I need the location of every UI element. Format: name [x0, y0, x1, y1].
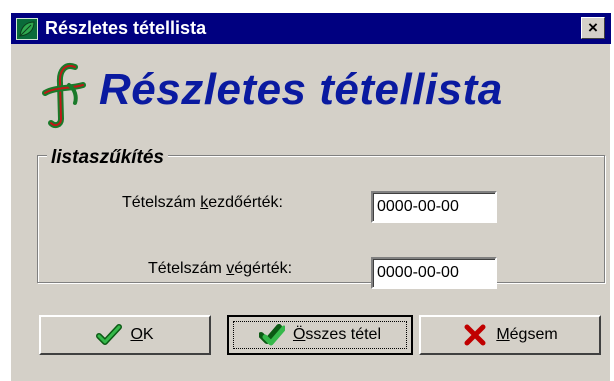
double-checkmark-icon	[258, 323, 285, 347]
f-logo-icon	[42, 63, 86, 129]
page-heading: Részletes tétellista	[99, 65, 503, 114]
end-value-field[interactable]: 0000-00-00	[371, 257, 497, 289]
window-title: Részletes tétellista	[45, 18, 207, 38]
filter-groupbox	[37, 155, 605, 283]
start-value-field[interactable]: 0000-00-00	[371, 191, 497, 223]
ok-button[interactable]: OK	[39, 315, 211, 355]
all-items-button[interactable]: Összes tétel	[227, 315, 413, 355]
end-value-label: Tételszám végérték:	[148, 260, 293, 277]
title-bar[interactable]: Részletes tétellista ×	[11, 13, 611, 44]
filter-group-title: listaszűkítés	[47, 147, 168, 169]
leaf-icon	[16, 18, 38, 40]
dialog-window: Részletes tétellista × Részletes tételli…	[10, 12, 611, 381]
red-x-icon	[462, 323, 488, 347]
checkmark-icon	[96, 323, 123, 347]
cancel-button[interactable]: Mégsem	[419, 315, 601, 355]
start-value-label: Tételszám kezdőérték:	[122, 194, 283, 211]
close-button[interactable]: ×	[581, 17, 605, 39]
